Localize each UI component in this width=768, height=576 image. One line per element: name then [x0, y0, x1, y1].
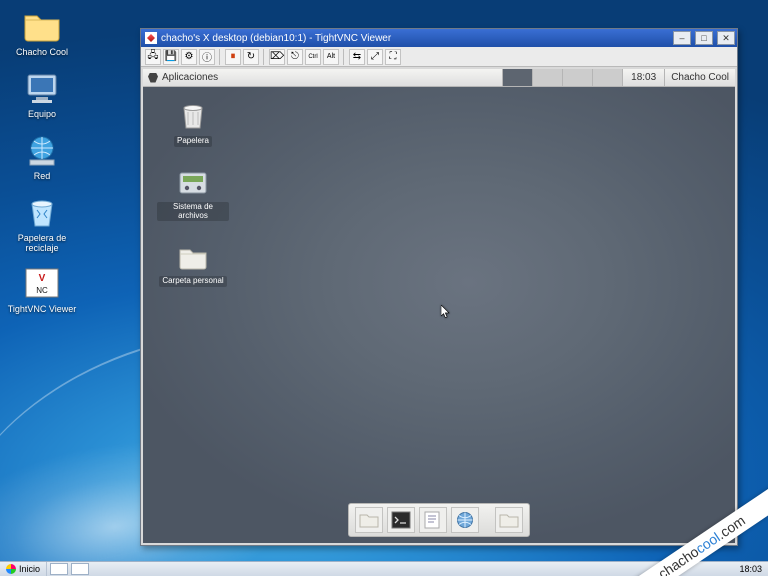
tightvnc-icon: V NC: [22, 263, 62, 303]
panel-clock[interactable]: 18:03: [622, 69, 664, 86]
window-controls: – □ ✕: [671, 31, 737, 45]
toolbar-separator: [263, 49, 265, 65]
dock-terminal[interactable]: [387, 507, 415, 533]
titlebar[interactable]: chacho's X desktop (debian10:1) - TightV…: [141, 29, 737, 47]
toolbar-pause[interactable]: ⏸: [225, 49, 241, 65]
desktop-icon-chacho-cool[interactable]: Chacho Cool: [6, 6, 78, 58]
tightvnc-icon: [145, 32, 157, 44]
minimize-button[interactable]: –: [673, 31, 691, 45]
windows-logo-icon: [6, 564, 16, 574]
toolbar-alt-key[interactable]: Alt: [323, 49, 339, 65]
remote-desktop-icons: Papelera Sistema de archivos Carpeta per…: [157, 99, 229, 287]
desktop-icon-label: Chacho Cool: [16, 48, 68, 58]
toolbar-ctrl-key[interactable]: Ctrl: [305, 49, 321, 65]
network-icon: [22, 130, 62, 170]
panel-user-menu[interactable]: Chacho Cool: [664, 69, 735, 86]
toolbar-transfer[interactable]: ⇆: [349, 49, 365, 65]
dock-editor[interactable]: [419, 507, 447, 533]
tray-clock[interactable]: 18:03: [739, 564, 762, 574]
dock-home-folder[interactable]: [495, 507, 523, 533]
desktop-icon-label: Equipo: [28, 110, 56, 120]
workspace-switcher: [502, 69, 622, 86]
workspace-1[interactable]: [502, 69, 532, 86]
filesystem-icon: [176, 165, 210, 199]
close-button[interactable]: ✕: [717, 31, 735, 45]
desktop-icon-red[interactable]: Red: [6, 130, 78, 182]
toolbar-separator: [343, 49, 345, 65]
applications-menu[interactable]: Aplicaciones: [143, 72, 223, 83]
start-button[interactable]: Inicio: [0, 562, 47, 576]
windows-desktop: Chacho Cool Equipo Red Papelera de recic…: [0, 0, 768, 576]
maximize-button[interactable]: □: [695, 31, 713, 45]
workspace-4[interactable]: [592, 69, 622, 86]
remote-icon-label: Sistema de archivos: [157, 202, 229, 222]
computer-icon: [22, 68, 62, 108]
toolbar-fullscreen[interactable]: ⛶: [385, 49, 401, 65]
remote-desktop[interactable]: Aplicaciones 18:03 Chacho Cool Papelera: [143, 69, 735, 543]
remote-icon-sistema-archivos[interactable]: Sistema de archivos: [157, 165, 229, 222]
system-tray: 18:03: [733, 564, 768, 574]
taskbar-item-explorer[interactable]: [50, 563, 68, 575]
home-folder-icon: [176, 239, 210, 273]
desktop-icon-equipo[interactable]: Equipo: [6, 68, 78, 120]
taskbar-item-vnc[interactable]: [71, 563, 89, 575]
desktop-icon-tightvnc[interactable]: V NC TightVNC Viewer: [6, 263, 78, 315]
dock-web-browser[interactable]: [451, 507, 479, 533]
remote-icon-carpeta-personal[interactable]: Carpeta personal: [157, 239, 229, 287]
toolbar-save[interactable]: 💾: [163, 49, 179, 65]
vnc-viewer-window: chacho's X desktop (debian10:1) - TightV…: [140, 28, 738, 546]
toolbar-new-connection[interactable]: 🖧: [145, 49, 161, 65]
dock-file-manager[interactable]: [355, 507, 383, 533]
applications-label: Aplicaciones: [162, 72, 218, 83]
toolbar-scale[interactable]: ⤢: [367, 49, 383, 65]
toolbar-options[interactable]: ⚙: [181, 49, 197, 65]
desktop-icon-papelera[interactable]: Papelera de reciclaje: [6, 192, 78, 254]
svg-text:NC: NC: [36, 286, 48, 295]
remote-top-panel: Aplicaciones 18:03 Chacho Cool: [143, 69, 735, 87]
toolbar-separator: [219, 49, 221, 65]
desktop-icon-label: TightVNC Viewer: [8, 305, 77, 315]
workspace-3[interactable]: [562, 69, 592, 86]
toolbar-ctrl-esc[interactable]: ⎋: [287, 49, 303, 65]
remote-icon-label: Carpeta personal: [159, 276, 226, 287]
toolbar-ctrl-alt-del[interactable]: ⌦: [269, 49, 285, 65]
window-title: chacho's X desktop (debian10:1) - TightV…: [161, 33, 391, 44]
recycle-bin-icon: [22, 192, 62, 232]
desktop-icons: Chacho Cool Equipo Red Papelera de recic…: [6, 6, 78, 315]
start-label: Inicio: [19, 564, 40, 574]
remote-icon-papelera[interactable]: Papelera: [157, 99, 229, 147]
desktop-icon-label: Papelera de reciclaje: [6, 234, 78, 254]
mouse-cursor: [441, 305, 451, 319]
vnc-toolbar: 🖧 💾 ⚙ ⓘ ⏸ ↻ ⌦ ⎋ Ctrl Alt ⇆ ⤢ ⛶: [141, 47, 737, 67]
svg-text:V: V: [39, 273, 46, 284]
folder-icon: [22, 6, 62, 46]
workspace-2[interactable]: [532, 69, 562, 86]
toolbar-info[interactable]: ⓘ: [199, 49, 215, 65]
toolbar-refresh[interactable]: ↻: [243, 49, 259, 65]
trash-icon: [176, 99, 210, 133]
remote-icon-label: Papelera: [174, 136, 212, 147]
remote-dock: [348, 503, 530, 537]
desktop-icon-label: Red: [34, 172, 51, 182]
xfce-foot-icon: [148, 73, 158, 83]
